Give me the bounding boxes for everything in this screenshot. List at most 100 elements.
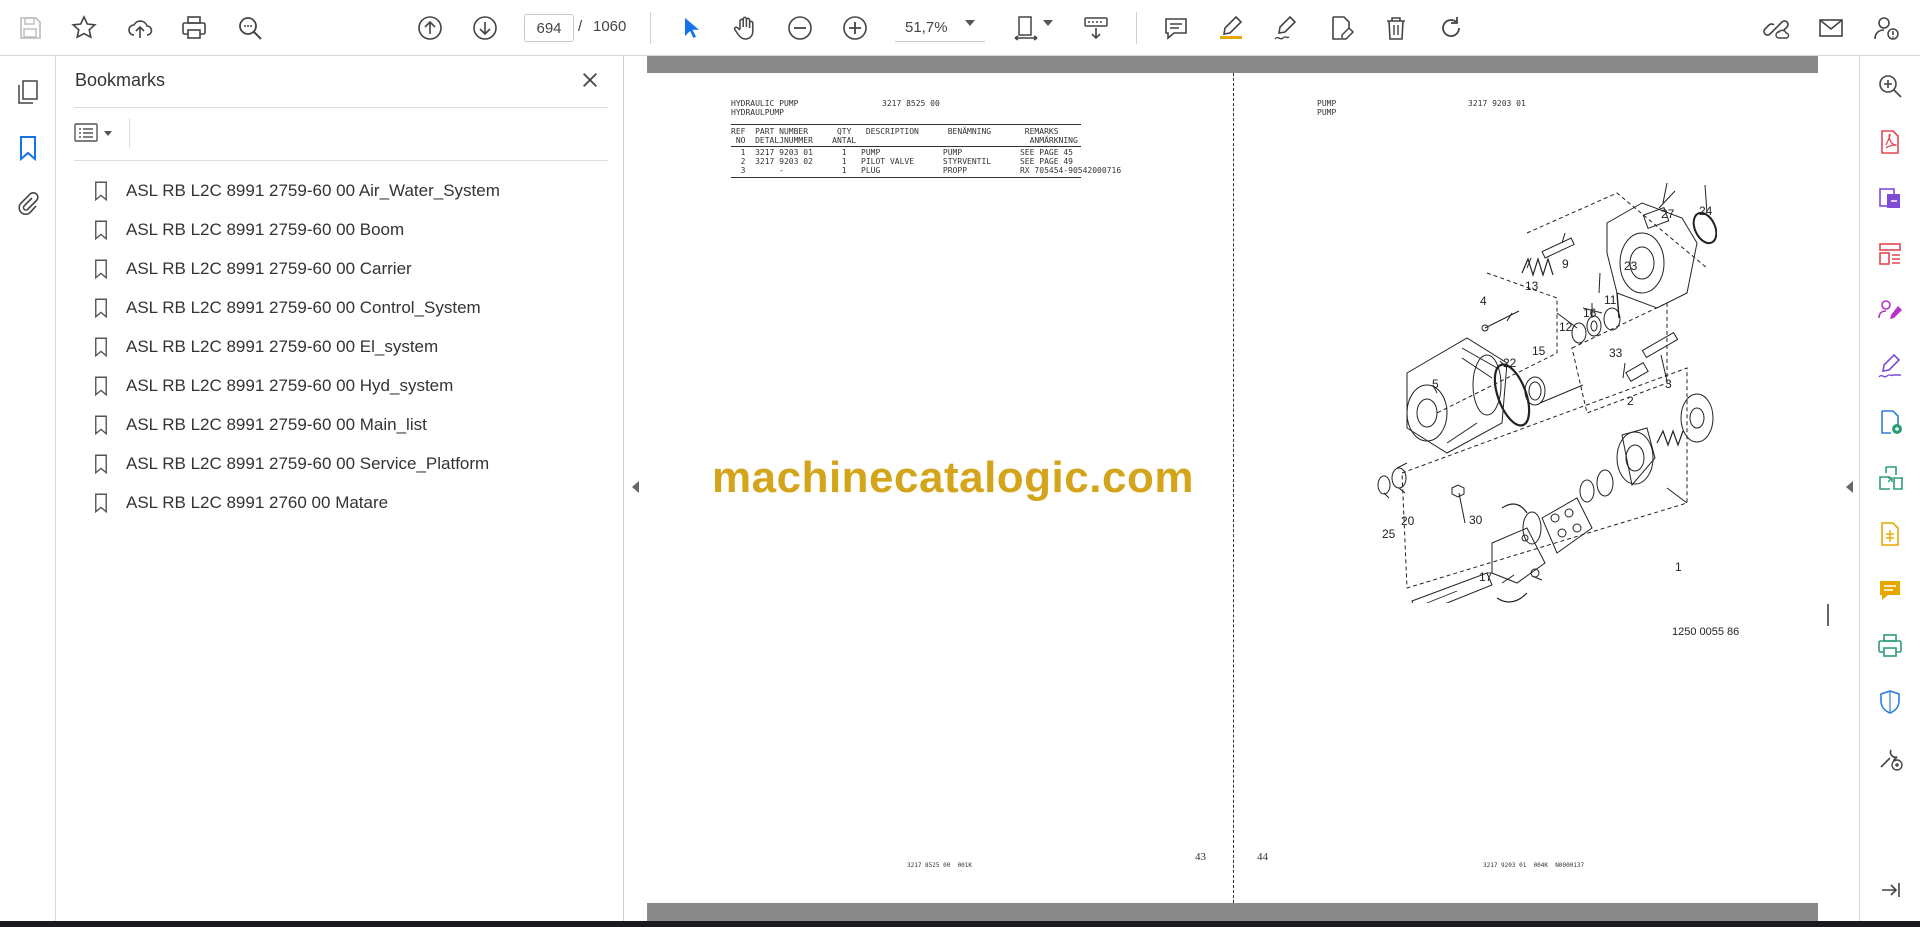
document-viewport[interactable]: HYDRAULIC PUMP HYDRAULPUMP 3217 8525 00 … xyxy=(647,56,1818,921)
close-icon[interactable] xyxy=(576,66,604,94)
bookmark-icon xyxy=(91,374,111,398)
zoom-out-icon[interactable] xyxy=(782,10,818,46)
bookmark-list: ASL RB L2C 8991 2759-60 00 Air_Water_Sys… xyxy=(91,171,601,522)
zoom-in-icon[interactable] xyxy=(837,10,873,46)
bookmark-label: ASL RB L2C 8991 2760 00 Matare xyxy=(126,492,389,512)
bookmark-icon xyxy=(91,257,111,281)
zoom-value: 51,7% xyxy=(905,19,948,36)
divider xyxy=(129,118,130,148)
bookmark-item[interactable]: ASL RB L2C 8991 2759-60 00 Air_Water_Sys… xyxy=(91,171,601,210)
right-page-number: 44 xyxy=(1257,851,1268,863)
comment-tool-icon[interactable] xyxy=(1872,572,1908,608)
right-panel-splitter[interactable] xyxy=(1838,56,1860,921)
bookmark-icon xyxy=(91,179,111,203)
bookmark-item[interactable]: ASL RB L2C 8991 2759-60 00 Control_Syste… xyxy=(91,288,601,327)
select-cursor-icon[interactable] xyxy=(672,10,708,46)
organize-pages-icon[interactable] xyxy=(1872,236,1908,272)
comment-icon[interactable] xyxy=(1158,10,1194,46)
chevron-down-icon[interactable] xyxy=(965,20,975,26)
protect-shield-icon[interactable] xyxy=(1872,684,1908,720)
callout-label: 5 xyxy=(1432,377,1439,391)
bookmark-label: ASL RB L2C 8991 2759-60 00 Hyd_system xyxy=(126,375,454,395)
table-row: 2 3217 9203 02 1 PILOT VALVE STYRVENTIL … xyxy=(731,157,1073,166)
callout-label: 20 xyxy=(1401,514,1415,528)
scroll-mode-icon[interactable] xyxy=(1078,10,1114,46)
callout-label: 22 xyxy=(1503,356,1517,370)
bookmark-icon xyxy=(91,335,111,359)
delete-icon[interactable] xyxy=(1378,10,1414,46)
collapse-panel-icon[interactable] xyxy=(1872,872,1908,908)
edit-pdf-icon[interactable] xyxy=(1872,404,1908,440)
share-link-icon[interactable] xyxy=(1758,10,1794,46)
rotate-icon[interactable] xyxy=(1433,10,1469,46)
bookmark-icon xyxy=(91,452,111,476)
export-pdf-icon[interactable] xyxy=(1872,124,1908,160)
more-tools-icon[interactable] xyxy=(1872,740,1908,776)
table-rule xyxy=(731,146,1081,147)
bookmark-item[interactable]: ASL RB L2C 8991 2759-60 00 Main_list xyxy=(91,405,601,444)
toolbar-divider xyxy=(1136,12,1137,44)
fit-options-chevron-icon[interactable] xyxy=(1043,20,1053,26)
fit-page-icon[interactable] xyxy=(1008,10,1044,46)
email-icon[interactable] xyxy=(1813,10,1849,46)
previous-page-icon[interactable] xyxy=(412,10,448,46)
callout-label: 11 xyxy=(1604,293,1617,307)
vertical-scrollbar[interactable] xyxy=(1818,56,1838,921)
bookmark-label: ASL RB L2C 8991 2759-60 00 Air_Water_Sys… xyxy=(126,180,500,200)
page-number-input[interactable] xyxy=(524,14,574,42)
bookmark-item[interactable]: ASL RB L2C 8991 2760 00 Matare xyxy=(91,483,601,522)
zoom-search-icon[interactable] xyxy=(232,10,268,46)
document-spread: HYDRAULIC PUMP HYDRAULPUMP 3217 8525 00 … xyxy=(647,73,1818,903)
drawing-number: 1250 0055 86 xyxy=(1672,626,1740,638)
attachments-icon[interactable] xyxy=(10,186,46,222)
sign-pen-icon[interactable] xyxy=(1268,10,1304,46)
export-convert-icon[interactable] xyxy=(1872,460,1908,496)
hand-pan-icon[interactable] xyxy=(727,10,763,46)
table-header: NO DETALJNUMMER ANTAL ANMÄRKNING xyxy=(731,136,1078,145)
bookmark-icon xyxy=(91,413,111,437)
callout-label: 13 xyxy=(1525,279,1539,293)
callout-label: 3 xyxy=(1665,377,1672,391)
collapse-panel-icon[interactable] xyxy=(632,481,639,493)
bookmark-item[interactable]: ASL RB L2C 8991 2759-60 00 Service_Platf… xyxy=(91,444,601,483)
create-pdf-icon[interactable] xyxy=(1872,180,1908,216)
divider xyxy=(74,107,608,108)
print-icon[interactable] xyxy=(176,10,212,46)
bookmark-item[interactable]: ASL RB L2C 8991 2759-60 00 Carrier xyxy=(91,249,601,288)
callout-label: 27 xyxy=(1661,207,1675,221)
bookmark-label: ASL RB L2C 8991 2759-60 00 Service_Platf… xyxy=(126,453,490,473)
account-icon[interactable] xyxy=(1868,10,1904,46)
exploded-parts-diagram: 27 24 9 23 13 4 16 11 12 15 22 33 3 2 5 … xyxy=(1377,182,1717,603)
page-total: 1060 xyxy=(593,18,627,35)
bookmark-star-icon[interactable] xyxy=(66,10,102,46)
next-page-icon[interactable] xyxy=(467,10,503,46)
request-signature-icon[interactable] xyxy=(1872,292,1908,328)
upload-cloud-icon[interactable] xyxy=(122,10,158,46)
zoom-tool-icon[interactable] xyxy=(1872,68,1908,104)
page-separator: / xyxy=(578,18,583,35)
compress-icon[interactable] xyxy=(1872,516,1908,552)
bookmark-item[interactable]: ASL RB L2C 8991 2759-60 00 Hyd_system xyxy=(91,366,601,405)
callout-label: 24 xyxy=(1699,204,1713,218)
tools-rail xyxy=(1860,56,1920,921)
page-thumbnails-icon[interactable] xyxy=(10,74,46,110)
callout-label: 9 xyxy=(1562,257,1569,271)
bookmark-icon xyxy=(91,296,111,320)
watermark: machinecatalogic.com xyxy=(712,453,1194,502)
callout-label: 33 xyxy=(1609,346,1623,360)
save-icon[interactable] xyxy=(12,10,48,46)
left-page-subtitle: HYDRAULPUMP xyxy=(731,108,784,117)
edit-document-icon[interactable] xyxy=(1323,10,1359,46)
zoom-level-select[interactable]: 51,7% xyxy=(895,14,985,42)
bookmark-item[interactable]: ASL RB L2C 8991 2759-60 00 Boom xyxy=(91,210,601,249)
print-production-icon[interactable] xyxy=(1872,628,1908,664)
bookmarks-panel-icon[interactable] xyxy=(10,130,46,166)
bookmark-options-button[interactable] xyxy=(74,118,120,148)
callout-label: 12 xyxy=(1559,320,1573,334)
bookmark-item[interactable]: ASL RB L2C 8991 2759-60 00 El_system xyxy=(91,327,601,366)
expand-panel-icon[interactable] xyxy=(1846,481,1853,493)
fill-sign-icon[interactable] xyxy=(1872,348,1908,384)
callout-label: 15 xyxy=(1532,344,1546,358)
scrollbar-thumb[interactable] xyxy=(1827,604,1829,626)
highlight-icon[interactable] xyxy=(1213,10,1249,46)
